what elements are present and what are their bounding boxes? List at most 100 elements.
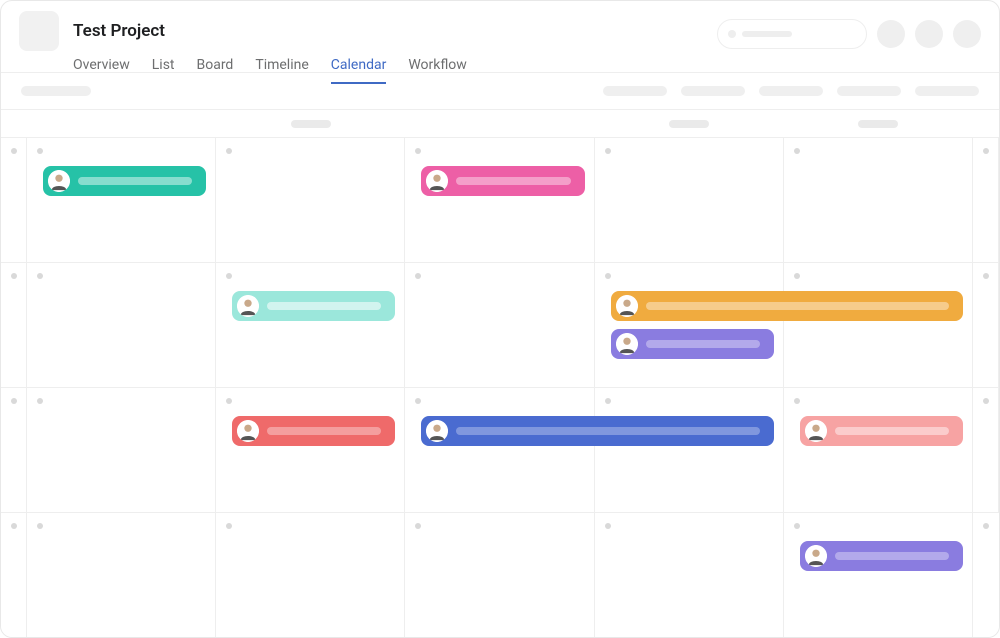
calendar-cell[interactable]	[595, 388, 784, 513]
assignee-avatar	[805, 420, 827, 442]
date-indicator	[794, 398, 800, 404]
date-indicator	[37, 148, 43, 154]
weekday-edge-left	[1, 110, 27, 137]
weekday-header	[595, 110, 784, 137]
calendar-cell[interactable]	[784, 513, 973, 638]
calendar	[1, 109, 999, 638]
toolbar-control-1[interactable]	[603, 86, 667, 96]
calendar-cell[interactable]	[595, 138, 784, 263]
date-indicator	[415, 398, 421, 404]
toolbar-control-4[interactable]	[837, 86, 901, 96]
event-title-placeholder	[835, 552, 949, 560]
tab-overview[interactable]: Overview	[73, 57, 130, 83]
toolbar-left-control[interactable]	[21, 86, 91, 96]
toolbar-control-5[interactable]	[915, 86, 979, 96]
assignee-avatar	[426, 420, 448, 442]
calendar-cell[interactable]	[784, 388, 973, 513]
date-indicator	[415, 273, 421, 279]
date-indicator	[605, 398, 611, 404]
calendar-cell[interactable]	[27, 513, 216, 638]
member-avatar-1[interactable]	[877, 20, 905, 48]
date-indicator	[983, 273, 989, 279]
assignee-avatar	[616, 333, 638, 355]
calendar-cell[interactable]	[405, 513, 594, 638]
event-title-placeholder	[267, 302, 381, 310]
calendar-cell[interactable]	[1, 388, 27, 513]
calendar-event[interactable]	[232, 416, 395, 446]
calendar-cell[interactable]	[216, 388, 405, 513]
calendar-cell[interactable]	[784, 138, 973, 263]
member-avatar-2[interactable]	[915, 20, 943, 48]
member-avatar-3[interactable]	[953, 20, 981, 48]
date-indicator	[983, 523, 989, 529]
calendar-cell[interactable]	[973, 388, 999, 513]
date-indicator	[605, 273, 611, 279]
search-placeholder	[742, 31, 792, 37]
assignee-avatar	[805, 545, 827, 567]
calendar-cell[interactable]	[595, 513, 784, 638]
weekday-header	[784, 110, 973, 137]
search-input[interactable]	[717, 19, 867, 49]
event-title-placeholder	[456, 427, 759, 435]
calendar-cell[interactable]	[405, 138, 594, 263]
assignee-avatar	[237, 420, 259, 442]
weekday-header	[27, 110, 216, 137]
calendar-cell[interactable]	[27, 388, 216, 513]
date-indicator	[605, 523, 611, 529]
calendar-cell[interactable]	[216, 138, 405, 263]
date-indicator	[37, 273, 43, 279]
tab-list[interactable]: List	[152, 57, 175, 83]
calendar-cell[interactable]	[216, 263, 405, 388]
search-icon	[728, 30, 736, 38]
date-indicator	[11, 523, 17, 529]
calendar-cell[interactable]	[973, 513, 999, 638]
calendar-event[interactable]	[611, 291, 963, 321]
tab-workflow[interactable]: Workflow	[408, 57, 467, 83]
event-title-placeholder	[78, 177, 192, 185]
calendar-event[interactable]	[800, 541, 963, 571]
calendar-cell[interactable]	[595, 263, 784, 388]
calendar-event[interactable]	[421, 416, 773, 446]
date-indicator	[983, 398, 989, 404]
event-title-placeholder	[456, 177, 570, 185]
calendar-cell[interactable]	[1, 263, 27, 388]
calendar-cell[interactable]	[405, 388, 594, 513]
assignee-avatar	[426, 170, 448, 192]
calendar-event[interactable]	[611, 329, 774, 359]
assignee-avatar	[48, 170, 70, 192]
event-title-placeholder	[646, 340, 760, 348]
calendar-cell[interactable]	[973, 263, 999, 388]
calendar-cell[interactable]	[973, 138, 999, 263]
calendar-event[interactable]	[232, 291, 395, 321]
calendar-event[interactable]	[421, 166, 584, 196]
project-icon[interactable]	[19, 11, 59, 51]
date-indicator	[37, 523, 43, 529]
tab-timeline[interactable]: Timeline	[255, 57, 308, 83]
calendar-cell[interactable]	[1, 513, 27, 638]
assignee-avatar	[616, 295, 638, 317]
date-indicator	[794, 273, 800, 279]
toolbar-control-2[interactable]	[681, 86, 745, 96]
calendar-cell[interactable]	[27, 263, 216, 388]
tab-calendar[interactable]: Calendar	[331, 57, 387, 83]
calendar-cell[interactable]	[216, 513, 405, 638]
view-tabs: Overview List Board Timeline Calendar Wo…	[73, 57, 981, 83]
toolbar-right-controls	[603, 86, 979, 96]
calendar-cell[interactable]	[784, 263, 973, 388]
calendar-cell[interactable]	[27, 138, 216, 263]
date-indicator	[226, 523, 232, 529]
toolbar-control-3[interactable]	[759, 86, 823, 96]
event-title-placeholder	[646, 302, 949, 310]
calendar-cell[interactable]	[1, 138, 27, 263]
app-window: Test Project Overview List Board Timelin…	[0, 0, 1000, 638]
calendar-event[interactable]	[43, 166, 206, 196]
event-title-placeholder	[267, 427, 381, 435]
date-indicator	[11, 398, 17, 404]
date-indicator	[794, 148, 800, 154]
date-indicator	[37, 398, 43, 404]
calendar-event[interactable]	[800, 416, 963, 446]
date-indicator	[11, 273, 17, 279]
tab-board[interactable]: Board	[197, 57, 234, 83]
weekday-header	[405, 110, 594, 137]
calendar-cell[interactable]	[405, 263, 594, 388]
